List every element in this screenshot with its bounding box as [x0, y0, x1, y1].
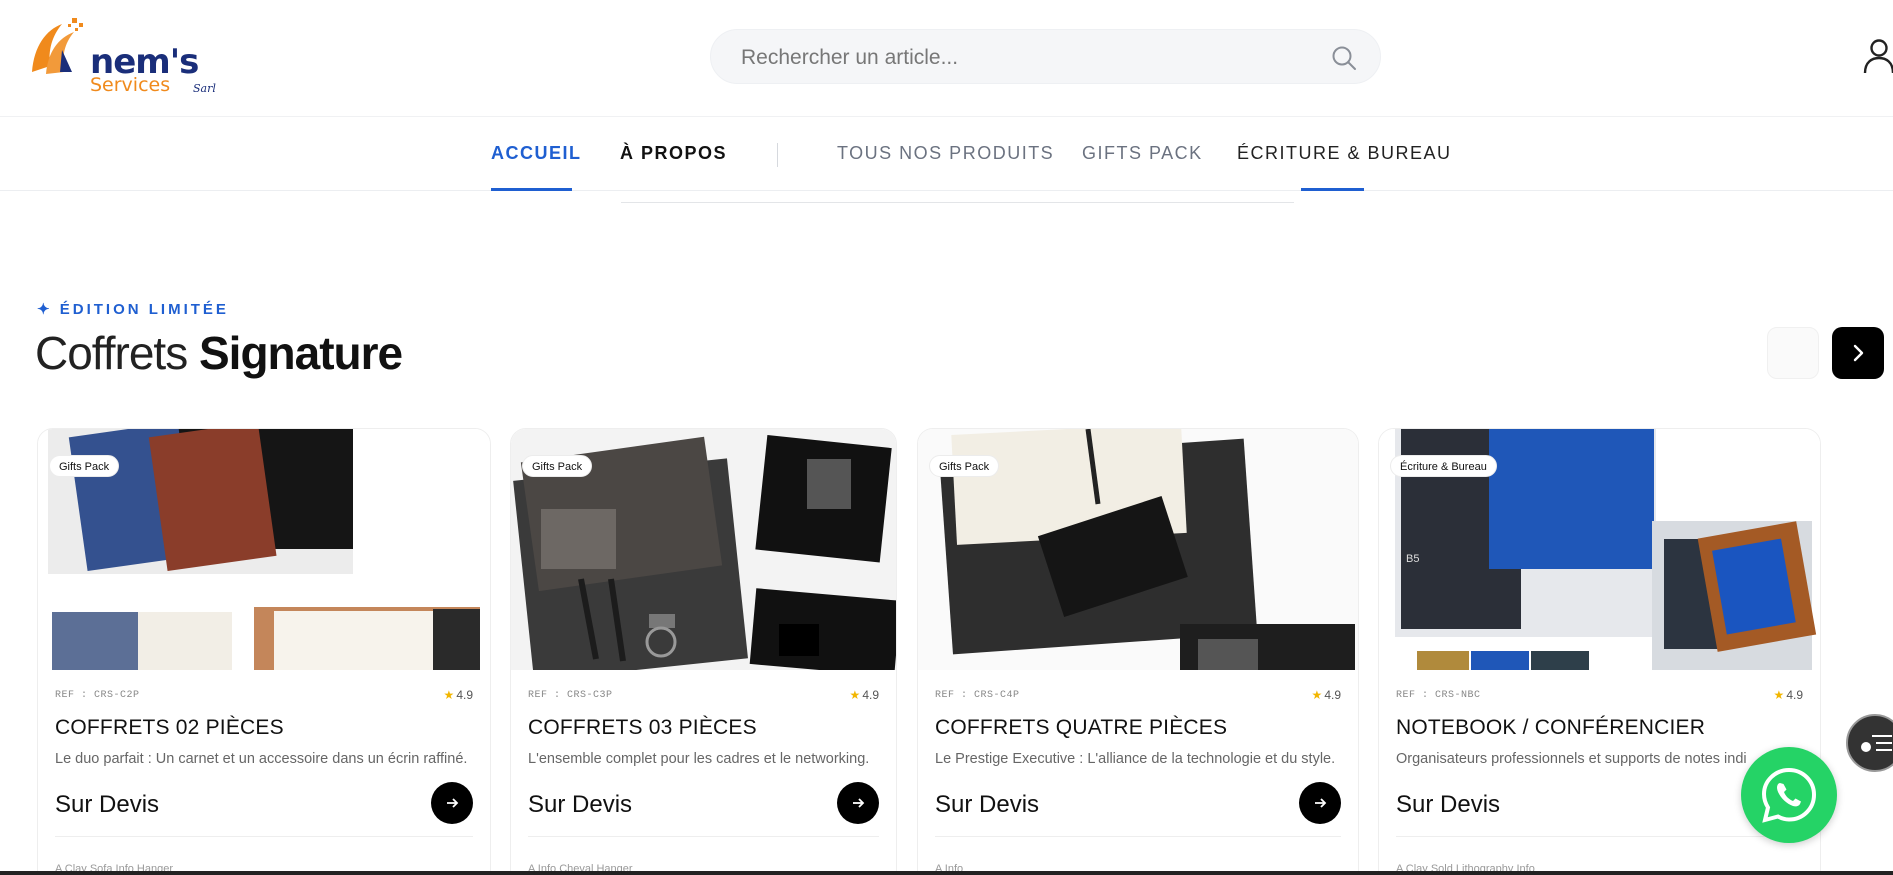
star-icon: ★	[1773, 688, 1785, 702]
search-input[interactable]	[741, 30, 1301, 85]
product-ref: REF : CRS-NBC	[1396, 690, 1481, 701]
product-rating: ★ 4.9	[1312, 688, 1341, 702]
product-details-button[interactable]	[1299, 782, 1341, 824]
star-icon: ★	[443, 688, 455, 702]
arrow-right-icon	[447, 798, 459, 808]
search-bar	[710, 29, 1381, 85]
product-details-button[interactable]	[837, 782, 879, 824]
nav-item-tous-nos-produits[interactable]: TOUS NOS PRODUITS	[837, 117, 1054, 192]
product-description: Organisateurs professionnels et supports…	[1396, 751, 1747, 767]
site-header: nem's Services Sarl	[0, 0, 1893, 116]
arrow-right-icon	[853, 798, 865, 808]
section-eyebrow: ✦ ÉDITION LIMITÉE	[37, 301, 229, 318]
whatsapp-icon	[1761, 767, 1817, 823]
product-card[interactable]: Gifts Pack REF : CRS-C3P ★ 4.9 COFFRETS 0…	[510, 428, 897, 875]
nav-item-a-propos[interactable]: À PROPOS	[620, 117, 727, 192]
product-ref: REF : CRS-C4P	[935, 690, 1020, 701]
list-icon	[1861, 735, 1892, 752]
section-title-bold: Signature	[199, 327, 403, 379]
section-title-light: Coffrets	[35, 327, 199, 379]
nav-hover-indicator	[1301, 188, 1364, 191]
rating-value: 4.9	[456, 688, 473, 702]
product-title[interactable]: COFFRETS QUATRE PIÈCES	[935, 716, 1227, 740]
divider	[621, 202, 1294, 203]
svg-text:B5: B5	[1406, 553, 1419, 565]
whatsapp-button[interactable]	[1741, 747, 1837, 843]
product-price: Sur Devis	[1396, 791, 1501, 818]
product-ref: REF : CRS-C2P	[55, 690, 140, 701]
category-badge: Gifts Pack	[522, 455, 593, 477]
product-rating: ★ 4.9	[444, 688, 473, 702]
card-divider	[55, 836, 473, 837]
viewport-edge	[0, 871, 1893, 875]
product-description: L'ensemble complet pour les cadres et le…	[528, 751, 870, 767]
carousel-next-button[interactable]	[1832, 327, 1884, 379]
star-icon: ★	[1311, 688, 1323, 702]
product-title[interactable]: NOTEBOOK / CONFÉRENCIER	[1396, 716, 1705, 740]
product-card[interactable]: Gifts Pack REF : CRS-C2P ★ 4.9 COFFRETS 0…	[37, 428, 491, 875]
carousel-prev-button[interactable]	[1767, 327, 1819, 379]
product-price: Sur Devis	[528, 791, 633, 818]
rating-value: 4.9	[1786, 688, 1803, 702]
category-badge: Gifts Pack	[929, 455, 1000, 477]
logo-subtitle: Services	[90, 74, 171, 96]
chevron-right-icon	[1853, 344, 1864, 362]
product-description: Le Prestige Executive : L'alliance de la…	[935, 751, 1336, 767]
product-ref: REF : CRS-C3P	[528, 690, 613, 701]
product-rating: ★ 4.9	[1774, 688, 1803, 702]
nav-item-gifts-pack[interactable]: GIFTS PACK	[1082, 117, 1203, 192]
logo-suffix: Sarl	[193, 82, 216, 95]
product-price: Sur Devis	[55, 791, 160, 818]
nav-active-indicator	[491, 188, 572, 191]
brand-logo[interactable]: nem's Services Sarl	[28, 14, 228, 98]
rating-value: 4.9	[862, 688, 879, 702]
card-divider	[528, 836, 879, 837]
category-badge: Écriture & Bureau	[1390, 455, 1497, 477]
section-title: Coffrets Signature	[35, 326, 403, 380]
product-price: Sur Devis	[935, 791, 1040, 818]
product-title[interactable]: COFFRETS 02 PIÈCES	[55, 716, 284, 740]
nav-divider	[777, 143, 778, 167]
table-of-contents-button[interactable]	[1846, 714, 1893, 772]
rating-value: 4.9	[1324, 688, 1341, 702]
product-details-button[interactable]	[431, 782, 473, 824]
logo-mark-icon	[32, 18, 83, 74]
user-icon[interactable]	[1862, 38, 1893, 74]
card-divider	[1396, 836, 1803, 837]
main-nav: ACCUEIL À PROPOS TOUS NOS PRODUITS GIFTS…	[0, 116, 1893, 191]
nav-item-ecriture-bureau[interactable]: ÉCRITURE & BUREAU	[1237, 117, 1452, 192]
product-description: Le duo parfait : Un carnet et un accesso…	[55, 751, 468, 767]
search-icon[interactable]	[1330, 44, 1358, 72]
star-icon: ★	[849, 688, 861, 702]
arrow-right-icon	[1315, 798, 1327, 808]
product-title[interactable]: COFFRETS 03 PIÈCES	[528, 716, 757, 740]
category-badge: Gifts Pack	[49, 455, 120, 477]
page: nem's Services Sarl ACCUEIL À PROPOS TOU…	[0, 0, 1893, 875]
product-card[interactable]: Gifts Pack REF : CRS-C4P ★ 4.9 COFFRETS Q…	[917, 428, 1359, 875]
product-rating: ★ 4.9	[850, 688, 879, 702]
card-divider	[935, 836, 1341, 837]
nav-item-accueil[interactable]: ACCUEIL	[491, 117, 582, 192]
